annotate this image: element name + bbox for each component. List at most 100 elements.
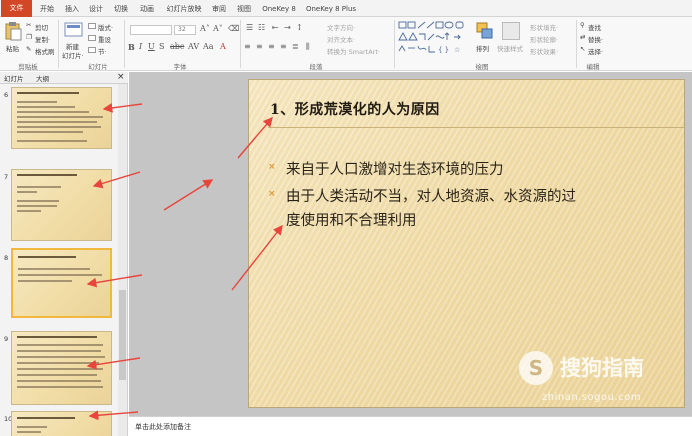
binoculars-icon: ⚲ bbox=[580, 21, 585, 29]
quick-styles-icon[interactable] bbox=[502, 22, 520, 40]
notes-placeholder[interactable]: 单击此处添加备注 bbox=[135, 422, 191, 432]
new-slide-dropdown[interactable]: 幻灯片· bbox=[62, 50, 84, 60]
thumbnail-slide-10[interactable] bbox=[11, 411, 112, 436]
slide-title[interactable]: 1、形成荒漠化的人为原因 bbox=[270, 99, 440, 119]
group-label-font: 字体 bbox=[173, 63, 187, 71]
tab-file[interactable]: 文件 bbox=[1, 0, 32, 17]
tab-insert[interactable]: 插入 bbox=[62, 2, 82, 16]
arrange-button[interactable]: 排列 bbox=[476, 43, 489, 53]
tab-onekey8-plus[interactable]: OneKey 8 Plus bbox=[304, 2, 358, 16]
group-label-slides: 幻灯片 bbox=[88, 63, 108, 71]
shape-effects-button[interactable]: 形状效果· bbox=[530, 46, 558, 56]
bold-icon[interactable]: B bbox=[128, 42, 135, 52]
close-icon[interactable]: × bbox=[117, 72, 125, 82]
tab-review[interactable]: 审阅 bbox=[209, 2, 229, 16]
section-icon bbox=[88, 47, 96, 53]
reset-icon bbox=[88, 35, 96, 41]
select-button[interactable]: 选择· bbox=[588, 46, 603, 56]
font-name-combo[interactable] bbox=[130, 25, 172, 35]
tab-slideshow[interactable]: 幻灯片放映 bbox=[164, 2, 204, 16]
ribbon-tab-bar: 文件 开始 插入 设计 切换 动画 幻灯片放映 审阅 视图 OneKey 8 O… bbox=[0, 0, 692, 17]
replace-icon: ⇄ bbox=[580, 33, 586, 41]
scrollbar-thumb[interactable] bbox=[119, 290, 126, 380]
reset-button[interactable]: 重设 bbox=[98, 34, 111, 44]
svg-text:☆: ☆ bbox=[454, 46, 460, 54]
thumbnail-slide-7[interactable] bbox=[11, 169, 112, 241]
font-size-combo[interactable]: 32 bbox=[174, 25, 196, 35]
pane-tab-bar: 幻灯片 大纲 × bbox=[0, 72, 128, 84]
align-left-icon[interactable]: ≡ bbox=[244, 42, 251, 51]
char-spacing-icon[interactable]: AV bbox=[188, 42, 199, 51]
shape-outline-button[interactable]: 形状轮廓· bbox=[530, 34, 558, 44]
arrange-icon[interactable] bbox=[476, 22, 494, 40]
line-spacing-icon[interactable]: ↕ bbox=[296, 23, 303, 32]
group-label-paragraph: 段落 bbox=[309, 63, 323, 71]
bullet-text-2[interactable]: 由于人类活动不当，对人地资源、水资源的过 bbox=[286, 185, 576, 206]
tab-view[interactable]: 视图 bbox=[234, 2, 254, 16]
underline-icon[interactable]: U bbox=[148, 42, 155, 51]
shapes-gallery[interactable]: { } ☆ bbox=[398, 21, 470, 57]
section-button[interactable]: 节· bbox=[98, 46, 107, 56]
bullet-text-2-continued[interactable]: 度使用和不合理利用 bbox=[286, 209, 417, 230]
notes-pane[interactable]: 单击此处添加备注 bbox=[129, 416, 692, 436]
paste-button[interactable]: 粘贴 bbox=[6, 43, 19, 53]
decrease-indent-icon[interactable]: ⇤ bbox=[272, 23, 279, 32]
thumbnail-slide-6[interactable] bbox=[11, 87, 112, 149]
numbering-icon[interactable]: ☷ bbox=[258, 23, 265, 32]
replace-button[interactable]: 替换· bbox=[588, 34, 603, 44]
shadow-icon[interactable]: S bbox=[159, 42, 164, 51]
tab-design[interactable]: 设计 bbox=[86, 2, 106, 16]
bullet-icon: × bbox=[268, 189, 276, 199]
paste-icon[interactable] bbox=[4, 21, 22, 41]
group-separator bbox=[124, 20, 125, 68]
shape-fill-button[interactable]: 形状填充· bbox=[530, 22, 558, 32]
tab-onekey8[interactable]: OneKey 8 bbox=[260, 2, 298, 16]
slide-thumbnail-list[interactable]: 6 7 8 9 10 bbox=[0, 84, 128, 436]
cut-button[interactable]: 剪切 bbox=[35, 22, 48, 32]
columns-icon[interactable]: ⫼ bbox=[306, 42, 310, 52]
find-button[interactable]: 查找 bbox=[588, 22, 601, 32]
bullet-icon: × bbox=[268, 162, 276, 172]
thumbnail-scrollbar[interactable] bbox=[118, 84, 127, 436]
shrink-font-icon[interactable]: A˅ bbox=[213, 24, 223, 33]
grow-font-icon[interactable]: A˄ bbox=[200, 24, 210, 33]
font-color-icon[interactable]: A bbox=[220, 42, 226, 51]
thumbnail-number: 6 bbox=[4, 91, 9, 99]
tab-outline-pane[interactable]: 大纲 bbox=[36, 73, 49, 83]
thumbnail-slide-9[interactable] bbox=[11, 331, 112, 405]
convert-smartart-button[interactable]: 转换为 SmartArt· bbox=[327, 46, 380, 56]
strikethrough-icon[interactable]: abc bbox=[170, 42, 184, 51]
watermark-url: zhinan.sogou.com bbox=[542, 392, 642, 403]
italic-icon[interactable]: I bbox=[139, 42, 142, 51]
group-label-drawing: 绘图 bbox=[475, 63, 489, 71]
group-separator bbox=[240, 20, 241, 68]
align-center-icon[interactable]: ≡ bbox=[256, 42, 263, 51]
thumbnail-number: 7 bbox=[4, 173, 9, 181]
tab-slides-pane[interactable]: 幻灯片 bbox=[4, 73, 24, 83]
clear-format-icon[interactable]: ⌫ bbox=[228, 24, 239, 33]
ribbon: 粘贴 ✂ 剪切 ❐ 复制· ✎ 格式刷 剪贴板 新建 幻灯片· 版式· 重设 节… bbox=[0, 17, 692, 71]
align-right-icon[interactable]: ≡ bbox=[268, 42, 275, 51]
bullets-icon[interactable]: ☰ bbox=[246, 23, 253, 32]
change-case-icon[interactable]: Aa bbox=[203, 42, 214, 51]
cursor-icon: ↖ bbox=[580, 45, 586, 53]
distributed-icon[interactable]: ≣ bbox=[292, 42, 299, 51]
title-divider bbox=[268, 127, 684, 128]
copy-button[interactable]: 复制· bbox=[35, 34, 50, 44]
justify-icon[interactable]: ≡ bbox=[280, 42, 287, 51]
bullet-text-1[interactable]: 来自于人口激增对生态环境的压力 bbox=[286, 158, 504, 179]
thumbnail-slide-8-selected[interactable] bbox=[11, 248, 112, 318]
format-painter-button[interactable]: 格式刷 bbox=[35, 46, 55, 56]
align-text-button[interactable]: 对齐文本· bbox=[327, 34, 355, 44]
quick-styles-button[interactable]: 快速样式 bbox=[497, 43, 523, 53]
tab-transitions[interactable]: 切换 bbox=[111, 2, 131, 16]
text-direction-button[interactable]: 文字方向· bbox=[327, 22, 355, 32]
watermark-name: 搜狗指南 bbox=[560, 356, 644, 380]
svg-text:{ }: { } bbox=[438, 46, 449, 54]
new-slide-icon[interactable] bbox=[64, 22, 84, 39]
increase-indent-icon[interactable]: ⇥ bbox=[284, 23, 291, 32]
tab-animations[interactable]: 动画 bbox=[136, 2, 158, 16]
thumbnail-number: 9 bbox=[4, 335, 9, 343]
layout-button[interactable]: 版式· bbox=[98, 22, 113, 32]
tab-home[interactable]: 开始 bbox=[36, 2, 58, 16]
